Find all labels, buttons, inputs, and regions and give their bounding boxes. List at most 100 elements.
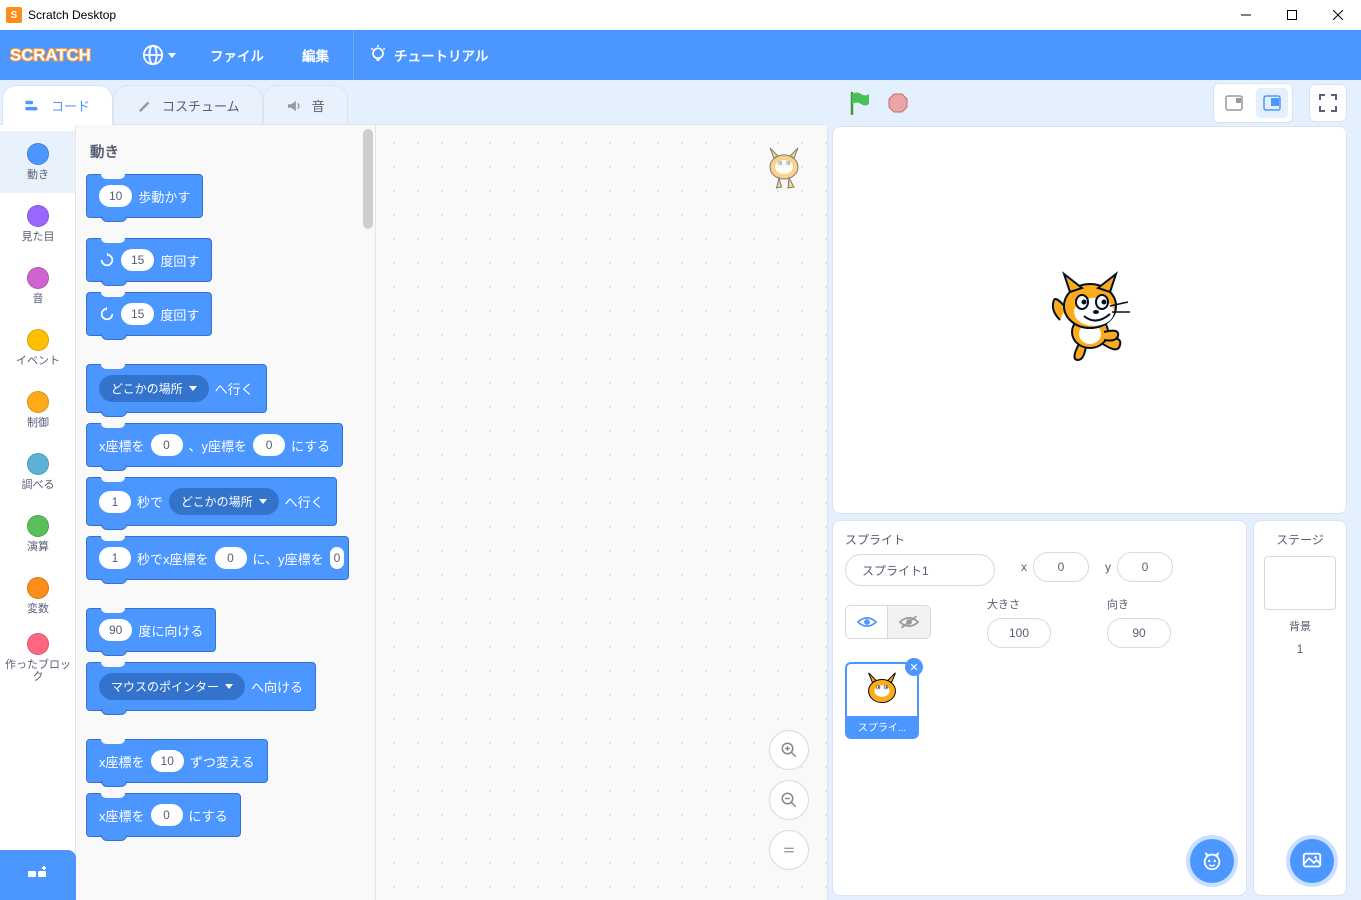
hide-sprite-button[interactable] (888, 606, 930, 638)
visibility-toggle (845, 605, 931, 639)
steps-input[interactable]: 10 (99, 185, 132, 207)
category-label: 音 (33, 293, 44, 305)
backdrop-thumbnail[interactable] (1264, 556, 1336, 610)
category-動き[interactable]: 動き (0, 131, 76, 193)
category-dot-icon (27, 633, 49, 655)
category-作ったブロック[interactable]: 作ったブロック (0, 627, 76, 689)
file-menu[interactable]: ファイル (196, 30, 278, 80)
workspace-sprite-watermark (759, 143, 809, 193)
menubar: SCRATCH ファイル 編集 チュートリアル (0, 30, 1361, 80)
category-label: 制御 (27, 417, 49, 429)
block-turn-ccw[interactable]: 15 度回す (86, 292, 212, 336)
x-input[interactable]: 0 (151, 804, 183, 826)
show-sprite-button[interactable] (846, 606, 888, 638)
zoom-reset-button[interactable] (769, 830, 809, 870)
plus-magnify-icon (780, 741, 798, 759)
block-move-steps[interactable]: 10 歩動かす (86, 174, 203, 218)
language-menu[interactable] (132, 30, 186, 80)
category-dot-icon (27, 391, 49, 413)
editor-tabs: コード コスチューム 音 (0, 80, 832, 124)
tutorials-button[interactable]: チュートリアル (353, 30, 502, 80)
globe-icon (142, 44, 164, 66)
y-input[interactable]: 0 (253, 434, 285, 456)
sprite-size-input[interactable]: 100 (987, 618, 1051, 648)
block-glide-to[interactable]: 1 秒で どこかの場所 へ行く (86, 477, 337, 526)
stop-button[interactable] (884, 89, 912, 117)
small-stage-icon (1225, 95, 1243, 111)
block-goto-xy[interactable]: x座標を 0 、y座標を 0 にする (86, 423, 343, 467)
category-制御[interactable]: 制御 (0, 379, 76, 441)
sprite-direction-input[interactable]: 90 (1107, 618, 1171, 648)
stage-small-button[interactable] (1218, 88, 1250, 118)
large-stage-icon (1263, 95, 1281, 111)
add-extension-button[interactable] (0, 850, 76, 900)
stage-cat-sprite[interactable] (1040, 270, 1140, 370)
tab-costumes[interactable]: コスチューム (113, 85, 263, 125)
eye-off-icon (899, 615, 919, 629)
tab-code[interactable]: コード (2, 85, 113, 125)
category-label: イベント (16, 355, 60, 367)
sprite-x-input[interactable]: 0 (1033, 552, 1089, 582)
x-label: x (1021, 560, 1027, 574)
category-音[interactable]: 音 (0, 255, 76, 317)
sprite-thumbnail[interactable]: ✕ スプライ... (845, 662, 919, 739)
direction-input[interactable]: 90 (99, 619, 132, 641)
fullscreen-button[interactable] (1309, 84, 1347, 122)
secs-input[interactable]: 1 (99, 547, 131, 569)
block-turn-cw[interactable]: 15 度回す (86, 238, 212, 282)
window-close-button[interactable] (1315, 0, 1361, 30)
goto-target-dropdown[interactable]: どこかの場所 (99, 375, 209, 402)
block-categories: 動き見た目音イベント制御調べる演算変数作ったブロック (0, 125, 76, 900)
category-演算[interactable]: 演算 (0, 503, 76, 565)
blocks-palette[interactable]: 動き 10 歩動かす 15 度回す 15 度回す (76, 125, 376, 900)
sprite-y-input[interactable]: 0 (1117, 552, 1173, 582)
category-見た目[interactable]: 見た目 (0, 193, 76, 255)
category-heading: 動き (86, 135, 375, 174)
block-glide-to-xy[interactable]: 1 秒でx座標を 0 に、y座標を 0 (86, 536, 349, 580)
stage[interactable] (832, 126, 1347, 514)
category-イベント[interactable]: イベント (0, 317, 76, 379)
fullscreen-icon (1319, 94, 1337, 112)
dx-input[interactable]: 10 (151, 750, 184, 772)
window-minimize-button[interactable] (1223, 0, 1269, 30)
block-point-towards[interactable]: マウスのポインター へ向ける (86, 662, 316, 711)
code-icon (25, 99, 43, 113)
zoom-in-button[interactable] (769, 730, 809, 770)
code-workspace[interactable] (376, 125, 827, 900)
y-input[interactable]: 0 (330, 547, 345, 569)
sprite-name-input[interactable] (845, 554, 995, 586)
glide-target-dropdown[interactable]: どこかの場所 (169, 488, 279, 515)
zoom-out-button[interactable] (769, 780, 809, 820)
size-label: 大きさ (987, 596, 1020, 612)
category-調べる[interactable]: 調べる (0, 441, 76, 503)
add-sprite-button[interactable] (1190, 839, 1234, 883)
palette-scrollbar[interactable] (363, 129, 373, 229)
block-change-x[interactable]: x座標を 10 ずつ変える (86, 739, 268, 783)
sprite-panel-title: スプライト (845, 531, 995, 548)
category-変数[interactable]: 変数 (0, 565, 76, 627)
sprite-info-panel: スプライト x 0 y 0 (832, 520, 1247, 896)
tab-sounds[interactable]: 音 (263, 85, 348, 125)
x-input[interactable]: 0 (215, 547, 247, 569)
category-label: 演算 (27, 541, 49, 553)
block-point-direction[interactable]: 90 度に向ける (86, 608, 216, 652)
minus-magnify-icon (780, 791, 798, 809)
window-maximize-button[interactable] (1269, 0, 1315, 30)
x-input[interactable]: 0 (151, 434, 183, 456)
category-label: 動き (27, 169, 49, 181)
secs-input[interactable]: 1 (99, 491, 131, 513)
edit-menu[interactable]: 編集 (288, 30, 343, 80)
add-backdrop-button[interactable] (1290, 839, 1334, 883)
block-set-x[interactable]: x座標を 0 にする (86, 793, 241, 837)
block-goto-menu[interactable]: どこかの場所 へ行く (86, 364, 267, 413)
rotate-ccw-icon (99, 306, 115, 322)
stage-large-button[interactable] (1256, 88, 1288, 118)
green-flag-button[interactable] (846, 89, 874, 117)
scratch-logo[interactable]: SCRATCH (10, 41, 122, 69)
degrees-input[interactable]: 15 (121, 303, 154, 325)
rotate-cw-icon (99, 252, 115, 268)
point-target-dropdown[interactable]: マウスのポインター (99, 673, 245, 700)
delete-sprite-button[interactable]: ✕ (905, 658, 923, 676)
degrees-input[interactable]: 15 (121, 249, 154, 271)
sprite-thumb-label: スプライ... (847, 716, 917, 737)
